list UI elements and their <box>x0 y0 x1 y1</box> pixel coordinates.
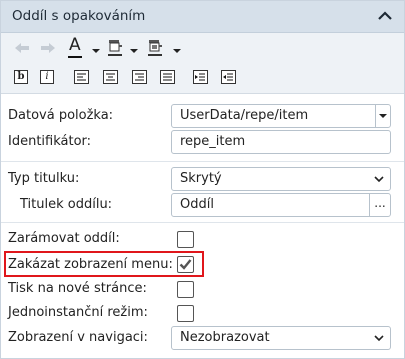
data-item-input[interactable]: UserData/repe/item <box>171 104 391 128</box>
section-title-input[interactable]: Oddíl ... <box>171 193 391 217</box>
formatting-toolbar: A b i <box>1 33 404 94</box>
section-title-value: Oddíl <box>180 197 214 212</box>
align-center-icon[interactable] <box>103 70 118 84</box>
font-color-icon[interactable]: A <box>69 35 81 55</box>
section-title-label: Titulek oddílu: <box>20 197 113 212</box>
highlight-box <box>4 251 204 277</box>
more-icon: ... <box>374 196 386 210</box>
panel-header: Oddíl s opakováním <box>1 1 404 33</box>
nav-display-value: Nezobrazovat <box>180 330 270 345</box>
print-new-page-label: Tisk na nové stránce: <box>8 281 147 296</box>
indent-icon[interactable] <box>193 70 208 84</box>
chevron-up-icon[interactable] <box>376 7 394 25</box>
section-title-more-button[interactable]: ... <box>369 194 390 216</box>
print-new-page-checkbox[interactable] <box>177 281 194 298</box>
data-item-label: Datová položka: <box>8 108 114 123</box>
nav-display-label: Zobrazení v navigaci: <box>8 330 148 345</box>
bold-button[interactable]: b <box>14 70 28 84</box>
title-type-value: Skrytý <box>180 171 222 186</box>
border-color-dropdown-icon[interactable] <box>173 49 181 53</box>
repeating-section-panel: Oddíl s opakováním A b i Datová položka:… <box>0 0 405 359</box>
data-item-dropdown-button[interactable] <box>375 105 390 127</box>
panel-title: Oddíl s opakováním <box>12 8 146 24</box>
align-left-icon[interactable] <box>74 70 89 84</box>
redo-icon[interactable] <box>40 42 56 54</box>
data-item-value: UserData/repe/item <box>180 108 309 123</box>
chevron-down-icon <box>374 335 384 342</box>
font-color-bar <box>68 56 82 58</box>
title-type-label: Typ titulku: <box>8 171 80 186</box>
italic-button[interactable]: i <box>40 70 54 84</box>
chevron-down-icon <box>374 176 384 183</box>
fill-color-icon[interactable] <box>107 39 123 57</box>
outdent-icon[interactable] <box>221 70 236 84</box>
identifier-input[interactable]: repe_item <box>171 130 391 154</box>
align-justify-icon[interactable] <box>160 70 175 84</box>
identifier-label: Identifikátor: <box>8 134 92 149</box>
font-color-dropdown-icon[interactable] <box>92 49 100 53</box>
title-type-select[interactable]: Skrytý <box>171 167 391 191</box>
fill-color-dropdown-icon[interactable] <box>130 49 138 53</box>
identifier-value: repe_item <box>180 134 246 149</box>
frame-section-label: Zarámovat oddíl: <box>8 231 120 246</box>
nav-display-select[interactable]: Nezobrazovat <box>171 326 391 350</box>
border-color-icon[interactable] <box>147 39 163 57</box>
divider <box>1 222 404 223</box>
single-instance-checkbox[interactable] <box>177 305 194 322</box>
divider <box>1 161 404 162</box>
align-right-icon[interactable] <box>132 70 147 84</box>
frame-section-checkbox[interactable] <box>177 231 194 248</box>
chevron-down-icon <box>379 114 387 118</box>
single-instance-label: Jednoinstanční režim: <box>8 305 148 320</box>
undo-icon[interactable] <box>14 42 30 54</box>
